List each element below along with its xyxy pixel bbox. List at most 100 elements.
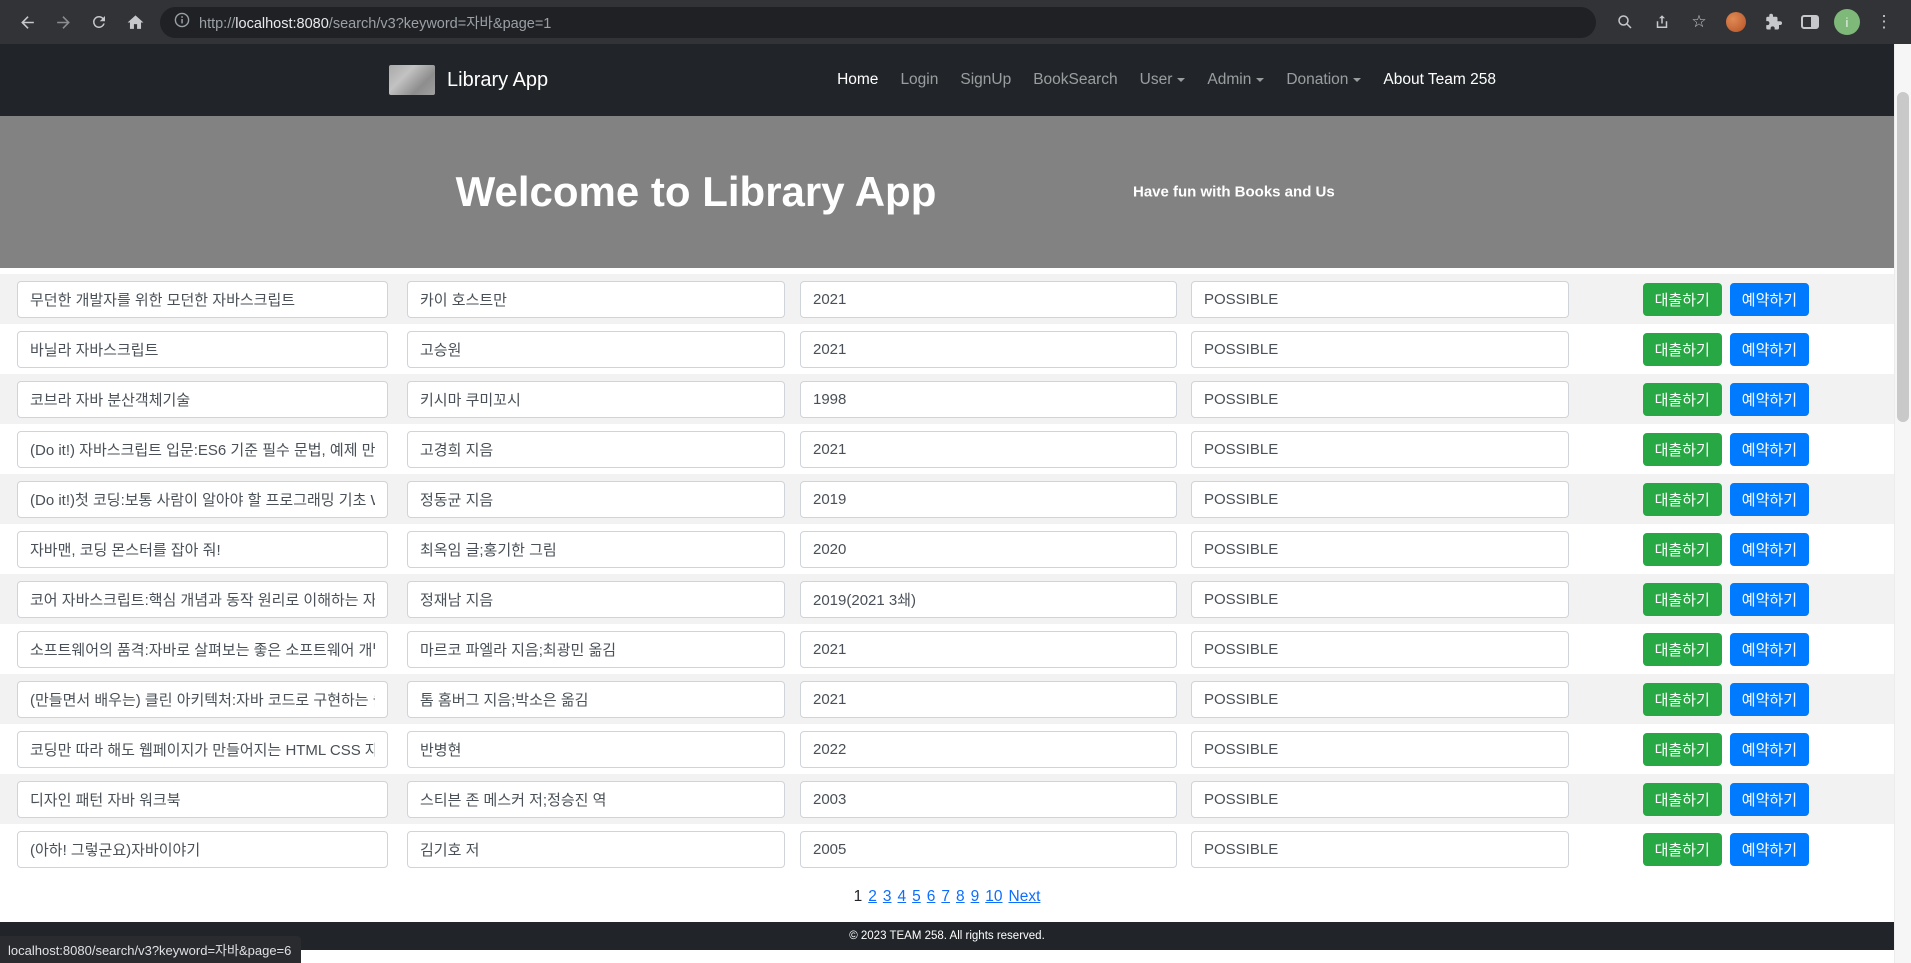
pagination-page-link[interactable]: 7 [941, 888, 950, 906]
book-author-field[interactable] [407, 781, 785, 818]
home-icon[interactable] [118, 5, 152, 39]
book-title-field[interactable] [17, 431, 388, 468]
nav-item-signup[interactable]: SignUp [951, 63, 1020, 97]
reserve-button[interactable]: 예약하기 [1730, 483, 1809, 516]
book-title-field[interactable] [17, 281, 388, 318]
book-year-field[interactable] [800, 281, 1177, 318]
borrow-button[interactable]: 대출하기 [1643, 583, 1722, 616]
pagination-page-link[interactable]: 4 [898, 888, 907, 906]
borrow-button[interactable]: 대출하기 [1643, 783, 1722, 816]
borrow-button[interactable]: 대출하기 [1643, 533, 1722, 566]
borrow-button[interactable]: 대출하기 [1643, 283, 1722, 316]
bookmark-star-icon[interactable]: ☆ [1682, 5, 1716, 39]
book-author-field[interactable] [407, 431, 785, 468]
book-status-field[interactable] [1191, 781, 1569, 818]
nav-item-admin-dropdown[interactable]: Admin [1198, 63, 1273, 97]
site-info-icon[interactable] [174, 12, 190, 33]
book-author-field[interactable] [407, 831, 785, 868]
reload-icon[interactable] [82, 5, 116, 39]
book-status-field[interactable] [1191, 581, 1569, 618]
scrollbar-thumb[interactable] [1897, 92, 1909, 422]
book-year-field[interactable] [800, 531, 1177, 568]
borrow-button[interactable]: 대출하기 [1643, 333, 1722, 366]
pagination-page-link[interactable]: 6 [927, 888, 936, 906]
book-year-field[interactable] [800, 781, 1177, 818]
book-status-field[interactable] [1191, 331, 1569, 368]
reserve-button[interactable]: 예약하기 [1730, 383, 1809, 416]
reserve-button[interactable]: 예약하기 [1730, 333, 1809, 366]
reserve-button[interactable]: 예약하기 [1730, 833, 1809, 866]
book-year-field[interactable] [800, 481, 1177, 518]
nav-item-about[interactable]: About Team 258 [1374, 63, 1505, 97]
book-author-field[interactable] [407, 581, 785, 618]
book-status-field[interactable] [1191, 731, 1569, 768]
book-status-field[interactable] [1191, 681, 1569, 718]
brand-link[interactable]: Library App [389, 65, 548, 95]
nav-item-home[interactable]: Home [828, 63, 887, 97]
borrow-button[interactable]: 대출하기 [1643, 383, 1722, 416]
reserve-button[interactable]: 예약하기 [1730, 783, 1809, 816]
book-year-field[interactable] [800, 431, 1177, 468]
book-status-field[interactable] [1191, 381, 1569, 418]
book-year-field[interactable] [800, 331, 1177, 368]
book-author-field[interactable] [407, 281, 785, 318]
book-title-field[interactable] [17, 681, 388, 718]
book-author-field[interactable] [407, 731, 785, 768]
book-status-field[interactable] [1191, 281, 1569, 318]
book-author-field[interactable] [407, 631, 785, 668]
book-status-field[interactable] [1191, 631, 1569, 668]
forward-icon[interactable] [46, 5, 80, 39]
reserve-button[interactable]: 예약하기 [1730, 583, 1809, 616]
pagination-page-link[interactable]: 5 [912, 888, 921, 906]
book-title-field[interactable] [17, 731, 388, 768]
reserve-button[interactable]: 예약하기 [1730, 533, 1809, 566]
profile-avatar[interactable]: i [1830, 5, 1864, 39]
book-title-field[interactable] [17, 631, 388, 668]
borrow-button[interactable]: 대출하기 [1643, 433, 1722, 466]
extensions-puzzle-icon[interactable] [1756, 5, 1790, 39]
book-author-field[interactable] [407, 381, 785, 418]
pagination-next-link[interactable]: Next [1009, 888, 1041, 906]
borrow-button[interactable]: 대출하기 [1643, 683, 1722, 716]
share-icon[interactable] [1645, 5, 1679, 39]
borrow-button[interactable]: 대출하기 [1643, 733, 1722, 766]
pagination-page-link[interactable]: 3 [883, 888, 892, 906]
book-status-field[interactable] [1191, 831, 1569, 868]
book-year-field[interactable] [800, 581, 1177, 618]
book-title-field[interactable] [17, 581, 388, 618]
borrow-button[interactable]: 대출하기 [1643, 633, 1722, 666]
pagination-page-link[interactable]: 8 [956, 888, 965, 906]
borrow-button[interactable]: 대출하기 [1643, 483, 1722, 516]
book-year-field[interactable] [800, 681, 1177, 718]
pagination-page-link[interactable]: 9 [971, 888, 980, 906]
nav-item-login[interactable]: Login [891, 63, 947, 97]
book-year-field[interactable] [800, 381, 1177, 418]
nav-item-user-dropdown[interactable]: User [1131, 63, 1195, 97]
menu-dots-icon[interactable]: ⋮ [1867, 5, 1901, 39]
book-author-field[interactable] [407, 331, 785, 368]
book-year-field[interactable] [800, 631, 1177, 668]
pagination-page-link[interactable]: 2 [868, 888, 877, 906]
book-author-field[interactable] [407, 481, 785, 518]
reserve-button[interactable]: 예약하기 [1730, 433, 1809, 466]
book-status-field[interactable] [1191, 531, 1569, 568]
book-title-field[interactable] [17, 331, 388, 368]
side-panel-icon[interactable] [1793, 5, 1827, 39]
book-title-field[interactable] [17, 781, 388, 818]
book-title-field[interactable] [17, 531, 388, 568]
book-author-field[interactable] [407, 531, 785, 568]
book-year-field[interactable] [800, 731, 1177, 768]
book-title-field[interactable] [17, 481, 388, 518]
extension-avatar-icon[interactable] [1719, 5, 1753, 39]
book-year-field[interactable] [800, 831, 1177, 868]
address-bar[interactable]: http://localhost:8080/search/v3?keyword=… [160, 7, 1596, 38]
book-status-field[interactable] [1191, 481, 1569, 518]
reserve-button[interactable]: 예약하기 [1730, 283, 1809, 316]
book-title-field[interactable] [17, 831, 388, 868]
book-status-field[interactable] [1191, 431, 1569, 468]
reserve-button[interactable]: 예약하기 [1730, 683, 1809, 716]
vertical-scrollbar[interactable] [1894, 44, 1911, 963]
pagination-page-link[interactable]: 10 [985, 888, 1002, 906]
nav-item-donation-dropdown[interactable]: Donation [1277, 63, 1370, 97]
book-author-field[interactable] [407, 681, 785, 718]
